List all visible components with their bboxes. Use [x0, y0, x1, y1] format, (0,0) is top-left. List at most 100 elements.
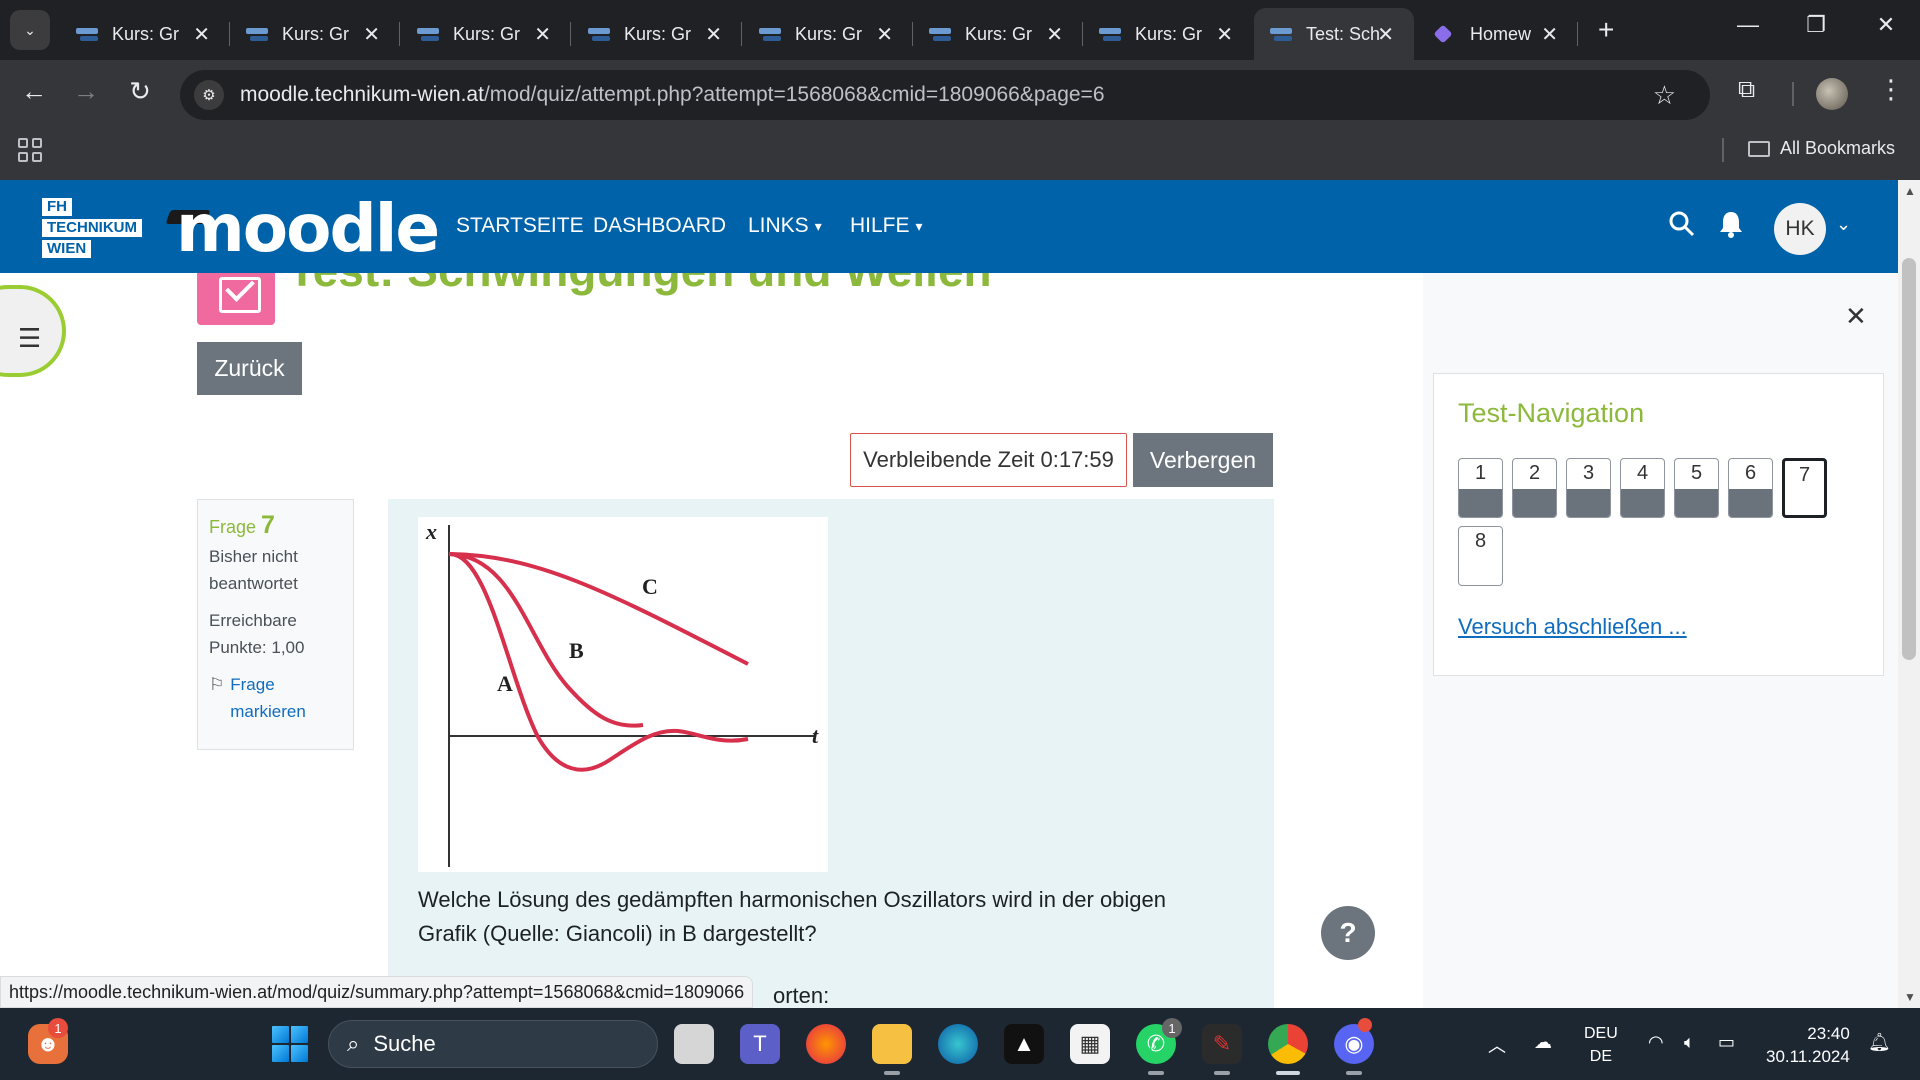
all-bookmarks-button[interactable]: All Bookmarks: [1748, 138, 1895, 159]
reload-icon[interactable]: ↻: [122, 76, 158, 107]
tab-close-icon[interactable]: ✕: [1541, 22, 1558, 47]
tab-close-icon[interactable]: ✕: [363, 22, 380, 47]
bookmark-star-icon[interactable]: ☆: [1653, 80, 1676, 111]
tab-close-icon[interactable]: ✕: [1216, 22, 1233, 47]
scrollbar-thumb[interactable]: [1902, 258, 1916, 660]
edge-icon[interactable]: [938, 1024, 978, 1064]
course-index-toggle[interactable]: ☰: [0, 285, 66, 377]
nav-dashboard[interactable]: DASHBOARD: [593, 214, 726, 238]
tab-homework[interactable]: Homew ✕: [1418, 8, 1578, 60]
extensions-icon[interactable]: ⧉: [1738, 76, 1755, 104]
finish-attempt-link[interactable]: Versuch abschließen ...: [1458, 614, 1687, 640]
tab-title: Kurs: Gr: [795, 23, 863, 44]
quiz-nav-question-3[interactable]: 3: [1566, 458, 1611, 518]
tab-kurs-4[interactable]: Kurs: Gr ✕: [572, 8, 742, 60]
homework-favicon-icon: [1434, 25, 1456, 43]
close-drawer-icon[interactable]: ✕: [1845, 301, 1867, 332]
nav-links[interactable]: LINKS ▾: [748, 214, 822, 238]
search-icon[interactable]: [1668, 210, 1696, 245]
site-settings-icon[interactable]: ⚙: [194, 80, 224, 110]
moodle-navbar: FH TECHNIKUM WIEN moodle STARTSEITE DASH…: [0, 180, 1898, 273]
tab-kurs-3[interactable]: Kurs: Gr ✕: [401, 8, 571, 60]
quiz-nav-question-7[interactable]: 7: [1782, 458, 1827, 518]
tab-close-icon[interactable]: ✕: [705, 22, 722, 47]
new-tab-icon[interactable]: +: [1598, 14, 1614, 46]
notification-badge: 1: [1162, 1018, 1182, 1038]
user-avatar[interactable]: HK: [1774, 203, 1826, 255]
close-window-icon[interactable]: ✕: [1866, 12, 1906, 38]
quiz-nav-question-1[interactable]: 1: [1458, 458, 1503, 518]
wifi-icon[interactable]: ◠: [1648, 1032, 1664, 1053]
address-bar[interactable]: ⚙ moodle.technikum-wien.at/mod/quiz/atte…: [180, 70, 1710, 120]
forward-arrow-icon[interactable]: →: [68, 76, 104, 107]
tab-close-icon[interactable]: ✕: [534, 22, 551, 47]
chrome-icon[interactable]: [1268, 1024, 1308, 1064]
chevron-down-icon: ▾: [915, 217, 923, 234]
quiz-nav-question-8[interactable]: 8: [1458, 526, 1503, 586]
windows-start-icon[interactable]: [272, 1026, 308, 1062]
system-clock[interactable]: 23:40 30.11.2024: [1766, 1022, 1850, 1068]
task-view-icon[interactable]: [674, 1024, 714, 1064]
quiz-nav-question-5[interactable]: 5: [1674, 458, 1719, 518]
tab-kurs-2[interactable]: Kurs: Gr ✕: [230, 8, 400, 60]
battery-icon[interactable]: ▭: [1718, 1032, 1735, 1053]
tab-title: Kurs: Gr: [282, 23, 350, 44]
page-title: Test: Schwingungen und Wellen: [288, 273, 992, 297]
tab-test-active[interactable]: Test: Sch ✕: [1254, 8, 1414, 60]
tab-close-icon[interactable]: ✕: [193, 22, 210, 47]
tab-title: Test: Sch: [1306, 23, 1381, 44]
nav-hilfe[interactable]: HILFE ▾: [850, 214, 923, 238]
question-points: Erreichbare Punkte: 1,00: [209, 611, 305, 657]
search-icon: ⌕: [347, 1031, 360, 1056]
help-button[interactable]: ?: [1321, 906, 1375, 960]
app-red-icon[interactable]: ✎: [1202, 1024, 1242, 1064]
onedrive-icon[interactable]: ☁: [1534, 1032, 1552, 1053]
notification-center-icon[interactable]: 🔔︎: [1868, 1032, 1891, 1053]
restore-icon[interactable]: ❐: [1796, 12, 1836, 38]
quiz-timer: Verbleibende Zeit 0:17:59: [850, 433, 1127, 487]
moodle-logo[interactable]: moodle: [176, 190, 440, 267]
notification-dot: [1358, 1018, 1372, 1032]
moodle-favicon-icon: [76, 25, 98, 43]
tab-search-icon[interactable]: ⌄: [10, 10, 50, 50]
tab-close-icon[interactable]: ✕: [1377, 22, 1394, 47]
back-button[interactable]: Zurück: [197, 342, 302, 395]
moodle-favicon-icon: [759, 25, 781, 43]
tab-close-icon[interactable]: ✕: [876, 22, 893, 47]
page-scrollbar[interactable]: ▲ ▼: [1898, 180, 1920, 1008]
tab-kurs-7[interactable]: Kurs: Gr ✕: [1083, 8, 1253, 60]
apps-grid-icon[interactable]: [18, 138, 42, 162]
volume-icon[interactable]: 🔈︎: [1684, 1032, 1695, 1053]
flag-question-link[interactable]: ⚐ Frage markieren: [209, 671, 342, 725]
tab-close-icon[interactable]: ✕: [1046, 22, 1063, 47]
url-text[interactable]: moodle.technikum-wien.at/mod/quiz/attemp…: [240, 83, 1105, 107]
quiz-nav-question-4[interactable]: 4: [1620, 458, 1665, 518]
minimize-icon[interactable]: —: [1728, 12, 1768, 38]
notification-bell-icon[interactable]: [1718, 210, 1744, 245]
taskbar-search[interactable]: ⌕ Suche: [328, 1020, 658, 1068]
ms-store-icon[interactable]: ▦: [1070, 1024, 1110, 1064]
firefox-icon[interactable]: [806, 1024, 846, 1064]
back-arrow-icon[interactable]: ←: [16, 76, 52, 107]
affinity-icon[interactable]: ▲: [1004, 1024, 1044, 1064]
question-status: Bisher nicht beantwortet: [209, 547, 298, 593]
teams-icon[interactable]: T: [740, 1024, 780, 1064]
tab-kurs-5[interactable]: Kurs: Gr ✕: [743, 8, 913, 60]
language-indicator[interactable]: DEU DE: [1584, 1022, 1618, 1068]
hide-timer-button[interactable]: Verbergen: [1133, 433, 1273, 487]
all-bookmarks-label: All Bookmarks: [1780, 138, 1896, 158]
quiz-navigation-block: Test-Navigation 1 2 3 4 5 6 7 8 Versuch …: [1433, 373, 1884, 676]
fh-technikum-logo[interactable]: FH TECHNIKUM WIEN: [42, 198, 154, 261]
user-menu-chevron-icon[interactable]: ⌄: [1836, 214, 1851, 235]
tab-kurs-1[interactable]: Kurs: Gr ✕: [60, 8, 230, 60]
list-icon: ☰: [18, 323, 42, 353]
file-explorer-icon[interactable]: [872, 1024, 912, 1064]
nav-startseite[interactable]: STARTSEITE: [456, 214, 584, 238]
tab-kurs-6[interactable]: Kurs: Gr ✕: [913, 8, 1083, 60]
flag-icon: ⚐: [209, 675, 225, 694]
quiz-nav-question-6[interactable]: 6: [1728, 458, 1773, 518]
browser-menu-icon[interactable]: ⋮: [1878, 74, 1904, 105]
profile-avatar[interactable]: [1816, 78, 1848, 110]
quiz-nav-question-2[interactable]: 2: [1512, 458, 1557, 518]
tray-overflow-chevron-icon[interactable]: ︿: [1488, 1032, 1506, 1058]
